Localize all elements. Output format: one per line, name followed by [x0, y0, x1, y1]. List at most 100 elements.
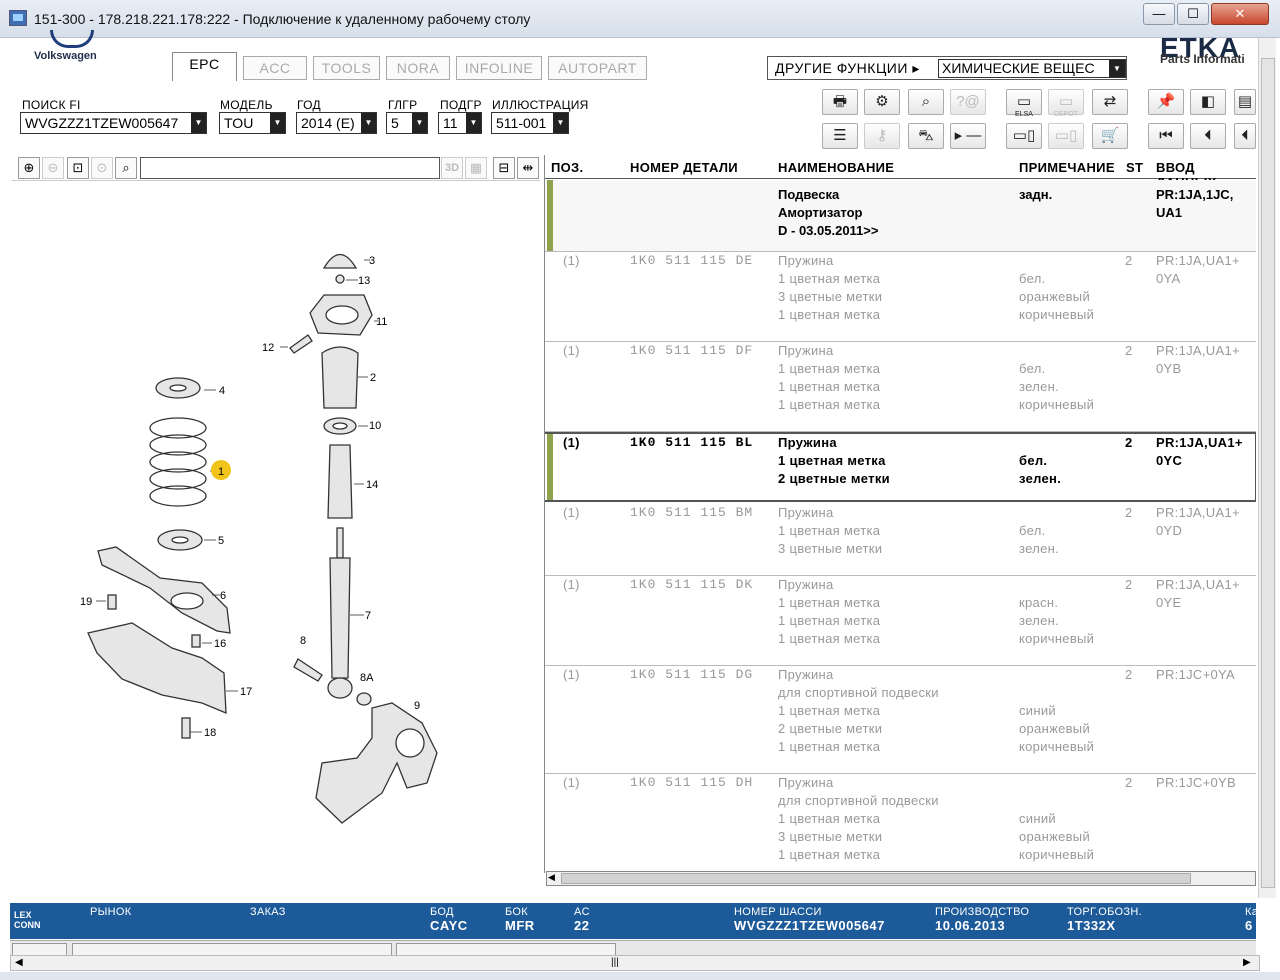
illustration-select[interactable]: 511-001 ▼: [491, 112, 569, 134]
tab-acc[interactable]: ACC: [243, 56, 307, 80]
callout-label: 18: [204, 727, 216, 739]
group-header-row[interactable]: Подвеска Амортизатор D - 03.05.2011>> за…: [545, 180, 1256, 252]
zoom-fit-button[interactable]: ⊡: [67, 157, 89, 179]
page-back-button[interactable]: ◧: [1190, 89, 1226, 115]
model-value: TOU: [224, 115, 254, 131]
play-dash-button[interactable]: ▸ —: [950, 123, 986, 149]
zoom-reset-button[interactable]: ⊙: [91, 157, 113, 179]
scroll-left-icon[interactable]: ◀: [15, 957, 23, 968]
split-view-button[interactable]: ⊟: [493, 157, 515, 179]
elsa-button[interactable]: ▭ ELSA: [1006, 89, 1042, 118]
scrollbar-thumb[interactable]: [561, 873, 1191, 884]
back-button[interactable]: ⏴: [1234, 123, 1256, 149]
pin-button[interactable]: 📌: [1148, 89, 1184, 115]
cell-input: PR:1JC+0YB: [1156, 775, 1236, 790]
brand-name: Volkswagen: [34, 50, 97, 62]
scroll-left-icon[interactable]: ◀: [548, 872, 555, 883]
compare-depot-button[interactable]: ▭▯: [1048, 123, 1084, 149]
cell-name: Пружина: [778, 343, 834, 358]
cart-arrow-icon: ⇄: [1103, 93, 1117, 110]
col-name[interactable]: НАИМЕНОВАНИЕ: [778, 160, 894, 175]
chevron-down-icon[interactable]: ▼: [1109, 60, 1125, 77]
scrollbar-thumb[interactable]: [1261, 58, 1275, 888]
fi-select[interactable]: WVGZZZ1TZEW005647 ▼: [20, 112, 207, 134]
year-select[interactable]: 2014 (E) ▼: [296, 112, 377, 134]
depot-button[interactable]: ▭ DEPOT: [1048, 89, 1084, 118]
parts-illustration[interactable]: 3 13 11 12 2 10 4 1 14 5 6 19 7 16 17 8 …: [12, 183, 540, 883]
previous-button[interactable]: ⏴: [1190, 123, 1226, 149]
tab-tools[interactable]: TOOLS: [313, 56, 380, 80]
3d-button[interactable]: 3D: [441, 157, 463, 179]
scroll-right-icon[interactable]: ▶: [1243, 957, 1251, 968]
cell-pos: (1): [563, 343, 580, 358]
filter-bar: ПОИСК FI WVGZZZ1TZEW005647 ▼ МОДЕЛЬ TOU ▼ …: [10, 96, 810, 136]
window-vertical-scrollbar[interactable]: [1258, 38, 1276, 898]
cart-transfer-button[interactable]: ⇄: [1092, 89, 1128, 115]
col-part-number[interactable]: НОМЕР ДЕТАЛИ: [630, 160, 738, 175]
cell-name: Пружина: [778, 505, 834, 520]
part-7-shock: [329, 557, 351, 679]
callout-label: 19: [80, 596, 92, 608]
print-button[interactable]: 🖶: [822, 89, 858, 115]
list-button[interactable]: ☰: [822, 123, 858, 149]
illustration-label: ИЛЛЮСТРАЦИЯ: [492, 98, 589, 112]
minimize-button[interactable]: —: [1143, 3, 1175, 25]
chevron-down-icon[interactable]: ▼: [270, 113, 285, 133]
table-row[interactable]: (1) 1K0 511 115 DE Пружина 1 цветная мет…: [545, 252, 1256, 342]
search-binoculars-button[interactable]: ⌕: [908, 89, 944, 115]
callout-label: 8: [300, 635, 306, 647]
tab-infoline[interactable]: INFOLINE: [456, 56, 542, 80]
part-3-cap: [322, 253, 358, 269]
search-button[interactable]: ⌕: [115, 157, 137, 179]
image-search-input[interactable]: [140, 157, 440, 179]
chevron-down-icon[interactable]: ▼: [412, 113, 427, 133]
close-button[interactable]: ✕: [1211, 3, 1269, 25]
cell-name: 1 цветная метка: [778, 379, 881, 394]
table-horizontal-scrollbar[interactable]: ◀: [546, 871, 1256, 886]
col-note[interactable]: ПРИМЕЧАНИЕ: [1019, 160, 1115, 175]
tab-autopart[interactable]: AUTOPART: [548, 56, 647, 80]
table-row[interactable]: (1) 1K0 511 115 DF Пружина 1 цветная мет…: [545, 342, 1256, 432]
tab-nora[interactable]: NORA: [386, 56, 450, 80]
bok-label: БОК: [505, 906, 528, 918]
cart-button[interactable]: 🛒: [1092, 123, 1128, 149]
trade-label: ТОРГ.ОБОЗН.: [1067, 906, 1142, 918]
key-button[interactable]: ⚷: [864, 123, 900, 149]
zoom-in-button[interactable]: ⊕: [18, 157, 40, 179]
chevron-down-icon[interactable]: ▼: [553, 113, 568, 133]
tab-epc[interactable]: EPC: [172, 52, 237, 81]
chevron-down-icon[interactable]: ▼: [466, 113, 481, 133]
col-pos[interactable]: ПОЗ.: [551, 160, 583, 175]
table-row-selected[interactable]: (1) 1K0 511 115 BL Пружина 1 цветная мет…: [545, 432, 1256, 502]
window-horizontal-scrollbar[interactable]: ◀ ||| ▶: [10, 955, 1260, 971]
table-row[interactable]: (1) 1K0 511 115 DG Пружина для спортивно…: [545, 666, 1256, 774]
help-button[interactable]: ?@: [950, 89, 986, 115]
view-grid-button[interactable]: ▦: [465, 157, 487, 179]
cell-pos: (1): [563, 505, 580, 520]
table-row[interactable]: (1) 1K0 511 115 DH Пружина для спортивно…: [545, 774, 1256, 873]
zoom-in-icon: ⊕: [23, 160, 35, 175]
group-input-line: PR:1JA,1JC,: [1156, 187, 1234, 202]
vehicle-id-button[interactable]: ⛍: [908, 123, 944, 149]
table-row[interactable]: (1) 1K0 511 115 BM Пружина 1 цветная мет…: [545, 504, 1256, 576]
resize-button[interactable]: ⇹: [517, 157, 539, 179]
table-row[interactable]: (1) 1K0 511 115 DK Пружина 1 цветная мет…: [545, 576, 1256, 666]
other-functions-select[interactable]: ХИМИЧЕСКИЕ ВЕЩЕС ▼: [938, 59, 1126, 78]
col-st[interactable]: ST: [1126, 160, 1143, 175]
page-button[interactable]: ▤: [1234, 89, 1256, 115]
sub-group-select[interactable]: 11 ▼: [438, 112, 482, 134]
first-button[interactable]: ⏮: [1148, 123, 1184, 149]
other-functions-label: ДРУГИЕ ФУНКЦИИ ▸: [775, 60, 920, 76]
compare-button[interactable]: ▭▯: [1006, 123, 1042, 149]
callout-label: 8A: [360, 672, 374, 684]
chevron-down-icon[interactable]: ▼: [361, 113, 376, 133]
service-button[interactable]: ⚙: [864, 89, 900, 115]
chevron-down-icon[interactable]: ▼: [191, 113, 206, 133]
zoom-out-button[interactable]: ⊖: [42, 157, 64, 179]
callout-label: 1: [218, 466, 224, 478]
pin-icon: 📌: [1156, 93, 1176, 110]
model-select[interactable]: TOU ▼: [219, 112, 286, 134]
cell-note: красн.: [1019, 595, 1059, 610]
main-group-select[interactable]: 5 ▼: [386, 112, 428, 134]
maximize-button[interactable]: ☐: [1177, 3, 1209, 25]
